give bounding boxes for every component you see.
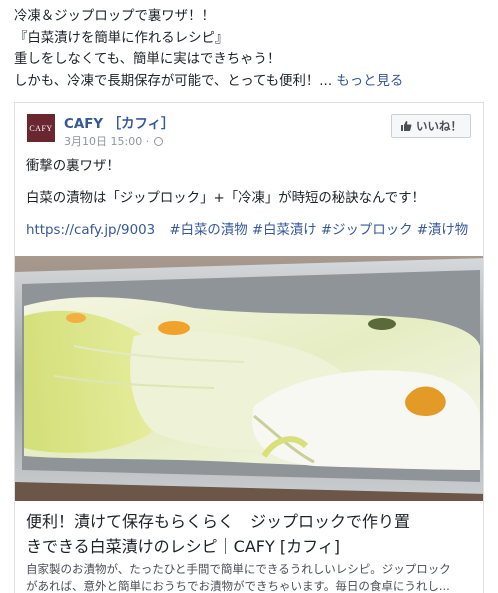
post-date[interactable]: 3月10日 15:00 · — [64, 133, 164, 149]
link-desc-line: 自家製のお漬物が、たったひと手間で簡単にできるうれしいレシピ。ジップロック — [26, 562, 451, 576]
see-more-link[interactable]: もっと見る — [336, 74, 403, 89]
page-logo[interactable]: CAFY — [27, 114, 55, 142]
hashtag-link[interactable]: #白菜漬け — [252, 223, 317, 238]
post-text-line: 冷凍＆ジップロップで裏ワザ！！ — [14, 9, 215, 24]
napa-cabbage-pickle-photo — [15, 256, 483, 501]
post-text-line: 『白菜漬けを簡単に作れるレシピ』 — [14, 30, 229, 46]
link-title-line: 便利！漬けて保存もらくらく ジップロックで作り置 — [26, 512, 411, 531]
hashtag-link[interactable]: #白菜の漬物 — [169, 223, 247, 238]
link-desc-line: があれば、意外と簡単におうちでお漬物ができちゃいます。毎日の食卓にうれし... — [26, 579, 450, 593]
links-row: https://cafy.jp/9003 #白菜の漬物 #白菜漬け #ジップロッ… — [26, 221, 476, 241]
page-name-link[interactable]: CAFY ［カフィ］ — [64, 112, 174, 132]
post-text-line: しかも、冷凍で長期保存が可能で、とっても便利！... もっと見る — [14, 71, 492, 93]
thumbs-up-icon — [401, 121, 412, 131]
post-message: 冷凍＆ジップロップで裏ワザ！！ 『白菜漬けを簡単に作れるレシピ』 重しをしなくて… — [14, 6, 492, 92]
link-title-line: きできる白菜漬けのレシピ｜CAFY [カフィ] — [26, 537, 341, 556]
post-date-text: 3月10日 15:00 · — [64, 135, 150, 148]
body-line-2: 白菜の漬物は「ジップロック」+「冷凍」が時短の秘訣なんです！ — [26, 191, 425, 206]
link-preview-title[interactable]: 便利！漬けて保存もらくらく ジップロックで作り置 きできる白菜漬けのレシピ｜CA… — [26, 509, 476, 559]
post-text-last: しかも、冷凍で長期保存が可能で、とっても便利！... — [14, 73, 333, 89]
shared-post-card: CAFY CAFY ［カフィ］ 3月10日 15:00 · いいね！ 衝撃の裏ワ… — [14, 102, 484, 593]
link-preview-description: 自家製のお漬物が、たったひと手間で簡単にできるうれしいレシピ。ジップロック があ… — [26, 561, 476, 593]
shared-post-header: CAFY CAFY ［カフィ］ 3月10日 15:00 · いいね！ — [15, 103, 483, 155]
link-preview-image[interactable] — [15, 256, 483, 501]
like-page-button[interactable]: いいね！ — [391, 114, 471, 138]
url-link[interactable]: https://cafy.jp/9003 — [26, 223, 155, 238]
globe-icon — [154, 137, 164, 146]
shared-post-body: 衝撃の裏ワザ！ 白菜の漬物は「ジップロック」+「冷凍」が時短の秘訣なんです！ h… — [26, 157, 476, 241]
post-text-line: 重しをしなくても、簡単に実はできちゃう！ — [14, 52, 281, 67]
like-button-label: いいね！ — [416, 119, 462, 133]
hashtag-link[interactable]: #ジップロック — [321, 223, 413, 238]
hashtag-link[interactable]: #漬け物 — [417, 223, 468, 238]
body-line-1: 衝撃の裏ワザ！ — [26, 159, 120, 174]
